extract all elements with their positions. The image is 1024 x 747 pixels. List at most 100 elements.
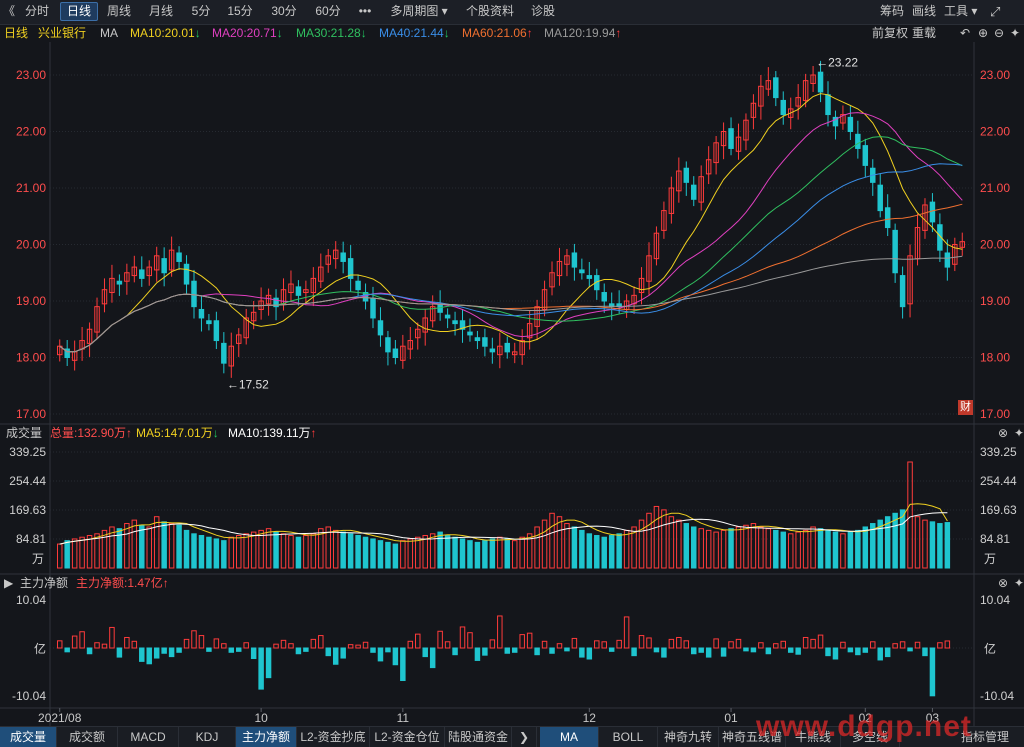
flow-collapse-icon[interactable]: ▶	[4, 574, 13, 592]
flow-bar	[407, 640, 414, 649]
flow-bar	[139, 647, 145, 662]
flow-bar	[86, 647, 93, 655]
flow-bar	[400, 647, 406, 682]
flow-bar	[705, 647, 712, 658]
volume-bar	[608, 535, 615, 569]
flow-bar	[594, 640, 600, 649]
volume-tick-left: 339.25	[9, 445, 46, 459]
flow-bar	[892, 643, 898, 649]
volume-bar	[332, 529, 339, 569]
tabs-next-icon[interactable]: ❯	[512, 727, 537, 747]
volume-bar	[444, 535, 451, 569]
volume-bar	[817, 528, 824, 569]
volume-bar	[467, 540, 473, 569]
volume-bar	[743, 524, 749, 569]
volume-bar	[415, 536, 421, 569]
volume-bar	[168, 523, 175, 569]
flow-bar	[616, 639, 622, 649]
flow-bar	[713, 638, 719, 649]
flow-bar	[325, 647, 331, 657]
tab-magic-nine[interactable]: 神奇九转	[658, 727, 719, 747]
tab-kdj[interactable]: KDJ	[179, 727, 236, 747]
candle-body	[586, 275, 593, 279]
flow-bar	[131, 640, 138, 649]
flow-bar	[780, 640, 786, 649]
flow-bar	[295, 647, 302, 655]
flow-bar	[377, 647, 384, 662]
volume-tick-left: 254.44	[9, 474, 46, 488]
volume-bar	[601, 536, 607, 569]
tab-northbound[interactable]: 陆股通资金	[445, 727, 512, 747]
candle-body	[385, 337, 391, 353]
volume-bar	[787, 533, 794, 569]
volume-bar	[250, 531, 257, 569]
volume-bar	[638, 519, 645, 569]
candle-body	[877, 184, 883, 212]
volume-settings-icon[interactable]: ✦	[1014, 424, 1024, 442]
volume-bar	[571, 526, 578, 569]
volume-bar	[556, 516, 563, 569]
candle-body	[601, 292, 607, 302]
flow-settings-icon[interactable]: ✦	[1014, 574, 1024, 592]
close-volume-icon[interactable]: ⊗	[998, 424, 1008, 442]
volume-bar	[907, 461, 913, 569]
volume-bar	[221, 540, 227, 569]
flow-bar	[64, 647, 70, 653]
candle-body	[691, 184, 697, 200]
flow-bar	[56, 640, 63, 649]
finance-badge[interactable]: 财	[958, 400, 973, 415]
candle-body	[206, 320, 212, 325]
flow-bar	[340, 647, 346, 659]
volume-tick-right: 254.44	[980, 474, 1017, 488]
ma60-line	[59, 203, 963, 353]
volume-bar	[146, 526, 152, 569]
candle-body	[221, 342, 227, 364]
tab-boll[interactable]: BOLL	[599, 727, 658, 747]
volume-bar	[392, 543, 399, 569]
tab-volume[interactable]: 成交量	[0, 727, 57, 747]
tab-l2-position[interactable]: L2-资金仓位	[370, 727, 445, 747]
volume-bar	[713, 531, 719, 569]
volume-bar	[795, 531, 801, 569]
flow-bar	[236, 647, 242, 652]
flow-bar	[228, 647, 235, 653]
volume-bar	[243, 533, 249, 569]
candle-body	[392, 348, 399, 358]
flow-bar	[564, 647, 570, 652]
volume-bar	[683, 523, 690, 569]
flow-bar	[459, 626, 466, 649]
tab-turnover[interactable]: 成交额	[57, 727, 118, 747]
volume-bar	[511, 540, 518, 569]
volume-bar	[855, 529, 861, 569]
flow-bar	[676, 636, 682, 649]
flow-bar	[825, 647, 831, 657]
volume-bar	[422, 535, 428, 569]
flow-bar	[541, 640, 548, 649]
flow-bar	[914, 641, 921, 649]
tab-main-flow[interactable]: 主力净额	[236, 727, 297, 747]
volume-bar	[750, 523, 757, 569]
volume-bar	[497, 536, 503, 569]
candle-body	[855, 133, 861, 149]
candle-body	[892, 229, 898, 274]
volume-tick-right: 339.25	[980, 445, 1017, 459]
volume-bar	[79, 536, 85, 569]
volume-bar	[668, 516, 675, 569]
flow-bar	[280, 639, 287, 649]
flow-bar	[623, 616, 630, 649]
volume-bar	[594, 535, 600, 569]
volume-bar	[698, 528, 704, 569]
volume-bar	[549, 512, 555, 569]
flow-bar	[385, 647, 391, 653]
flow-bar	[265, 647, 272, 679]
candle-body	[377, 320, 384, 336]
close-flow-icon[interactable]: ⊗	[998, 574, 1008, 592]
volume-bar	[765, 528, 772, 569]
flow-bar	[586, 647, 593, 660]
volume-bar	[489, 538, 496, 569]
tab-l2-bottom[interactable]: L2-资金抄底	[297, 727, 370, 747]
flow-bar	[176, 647, 182, 653]
volume-bar	[862, 526, 869, 569]
tab-ma[interactable]: MA	[540, 727, 599, 747]
tab-macd[interactable]: MACD	[118, 727, 179, 747]
